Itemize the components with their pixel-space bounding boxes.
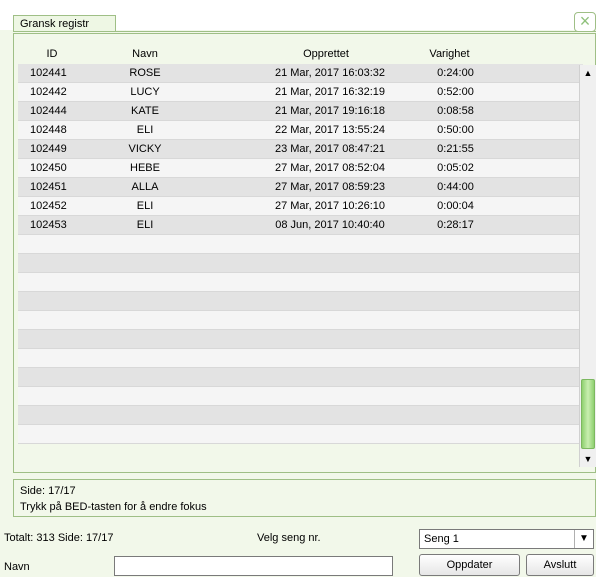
cell-duration: 0:00:04 — [437, 200, 474, 212]
update-button[interactable]: Oppdater — [419, 554, 520, 576]
cell-name: ALLA — [131, 181, 159, 193]
table-row[interactable]: 102448 ELI 22 Mar, 2017 13:55:24 0:50:00 — [18, 121, 583, 140]
table-row[interactable]: 102450 HEBE 27 Mar, 2017 08:52:04 0:05:02 — [18, 159, 583, 178]
cell-id: 102449 — [30, 143, 67, 155]
cell-name: ELI — [136, 124, 154, 136]
chevron-down-icon[interactable]: ▼ — [574, 530, 593, 548]
bed-label: Velg seng nr. — [257, 532, 321, 544]
cell-name: VICKY — [128, 143, 162, 155]
cell-duration: 0:08:58 — [437, 105, 474, 117]
cell-duration: 0:21:55 — [437, 143, 474, 155]
column-header-id[interactable]: ID — [32, 48, 72, 62]
cell-name: HEBE — [130, 162, 160, 174]
cell-name: KATE — [131, 105, 159, 117]
title-divider — [13, 31, 596, 32]
empty-table-row — [18, 330, 583, 349]
empty-table-row — [18, 349, 583, 368]
table-row[interactable]: 102449 VICKY 23 Mar, 2017 08:47:21 0:21:55 — [18, 140, 583, 159]
table-body: 102441 ROSE 21 Mar, 2017 16:03:32 0:24:00 10… — [18, 64, 583, 470]
scroll-down-icon[interactable]: ▼ — [580, 451, 596, 467]
column-header-duration[interactable]: Varighet — [422, 48, 477, 62]
cell-created: 21 Mar, 2017 16:32:19 — [274, 86, 386, 98]
window-title: Gransk registr — [13, 15, 116, 32]
cell-name: ROSE — [129, 67, 161, 79]
exit-button[interactable]: Avslutt — [526, 554, 594, 576]
empty-table-row — [18, 406, 583, 425]
cell-created: 21 Mar, 2017 16:03:32 — [274, 67, 386, 79]
empty-table-row — [18, 273, 583, 292]
cell-id: 102448 — [30, 124, 67, 136]
cell-id: 102442 — [30, 86, 67, 98]
empty-table-row — [18, 425, 583, 444]
empty-table-row — [18, 292, 583, 311]
cell-created: 08 Jun, 2017 10:40:40 — [275, 219, 385, 231]
cell-duration: 0:05:02 — [437, 162, 474, 174]
cell-id: 102451 — [30, 181, 67, 193]
table-row[interactable]: 102442 LUCY 21 Mar, 2017 16:32:19 0:52:00 — [18, 83, 583, 102]
cell-id: 102453 — [30, 219, 67, 231]
table-row[interactable]: 102452 ELI 27 Mar, 2017 10:26:10 0:00:04 — [18, 197, 583, 216]
bed-select[interactable]: Seng 1 ▼ — [419, 529, 594, 549]
cell-id: 102452 — [30, 200, 67, 212]
title-bar: Gransk registr × — [0, 0, 596, 32]
focus-hint: Trykk på BED-tasten for å endre fokus — [20, 501, 207, 513]
column-header-name[interactable]: Navn — [120, 48, 170, 62]
cell-duration: 0:44:00 — [437, 181, 474, 193]
cell-created: 22 Mar, 2017 13:55:24 — [274, 124, 386, 136]
close-icon[interactable]: × — [574, 12, 596, 32]
empty-table-row — [18, 387, 583, 406]
scroll-thumb[interactable] — [581, 379, 595, 449]
cell-created: 21 Mar, 2017 19:16:18 — [274, 105, 386, 117]
total-count: Totalt: 313 Side: 17/17 — [4, 532, 114, 544]
empty-table-row — [18, 235, 583, 254]
cell-created: 27 Mar, 2017 10:26:10 — [274, 200, 386, 212]
register-window: Gransk registr × ID Navn Opprettet Varig… — [0, 0, 596, 577]
scroll-up-icon[interactable]: ▲ — [580, 65, 596, 81]
cell-name: ELI — [136, 200, 154, 212]
empty-table-row — [18, 368, 583, 387]
cell-name: LUCY — [130, 86, 160, 98]
name-field[interactable] — [114, 556, 393, 576]
cell-duration: 0:50:00 — [437, 124, 474, 136]
column-header-created[interactable]: Opprettet — [246, 48, 406, 62]
vertical-scrollbar[interactable]: ▲ ▼ — [579, 65, 596, 467]
table-row[interactable]: 102453 ELI 08 Jun, 2017 10:40:40 0:28:17 — [18, 216, 583, 235]
cell-created: 27 Mar, 2017 08:52:04 — [274, 162, 386, 174]
empty-table-row — [18, 311, 583, 330]
info-panel: Side: 17/17 Trykk på BED-tasten for å en… — [13, 479, 596, 517]
page-indicator: Side: 17/17 — [20, 485, 76, 497]
cell-id: 102450 — [30, 162, 67, 174]
name-label: Navn — [4, 561, 30, 573]
cell-name: ELI — [136, 219, 154, 231]
cell-duration: 0:24:00 — [437, 67, 474, 79]
cell-id: 102441 — [30, 67, 67, 79]
cell-duration: 0:52:00 — [437, 86, 474, 98]
cell-created: 27 Mar, 2017 08:59:23 — [274, 181, 386, 193]
cell-duration: 0:28:17 — [437, 219, 474, 231]
empty-table-row — [18, 254, 583, 273]
table-row[interactable]: 102444 KATE 21 Mar, 2017 19:16:18 0:08:58 — [18, 102, 583, 121]
cell-id: 102444 — [30, 105, 67, 117]
table-row[interactable]: 102451 ALLA 27 Mar, 2017 08:59:23 0:44:00 — [18, 178, 583, 197]
table-row[interactable]: 102441 ROSE 21 Mar, 2017 16:03:32 0:24:00 — [18, 64, 583, 83]
bed-select-value: Seng 1 — [424, 533, 459, 545]
cell-created: 23 Mar, 2017 08:47:21 — [274, 143, 386, 155]
